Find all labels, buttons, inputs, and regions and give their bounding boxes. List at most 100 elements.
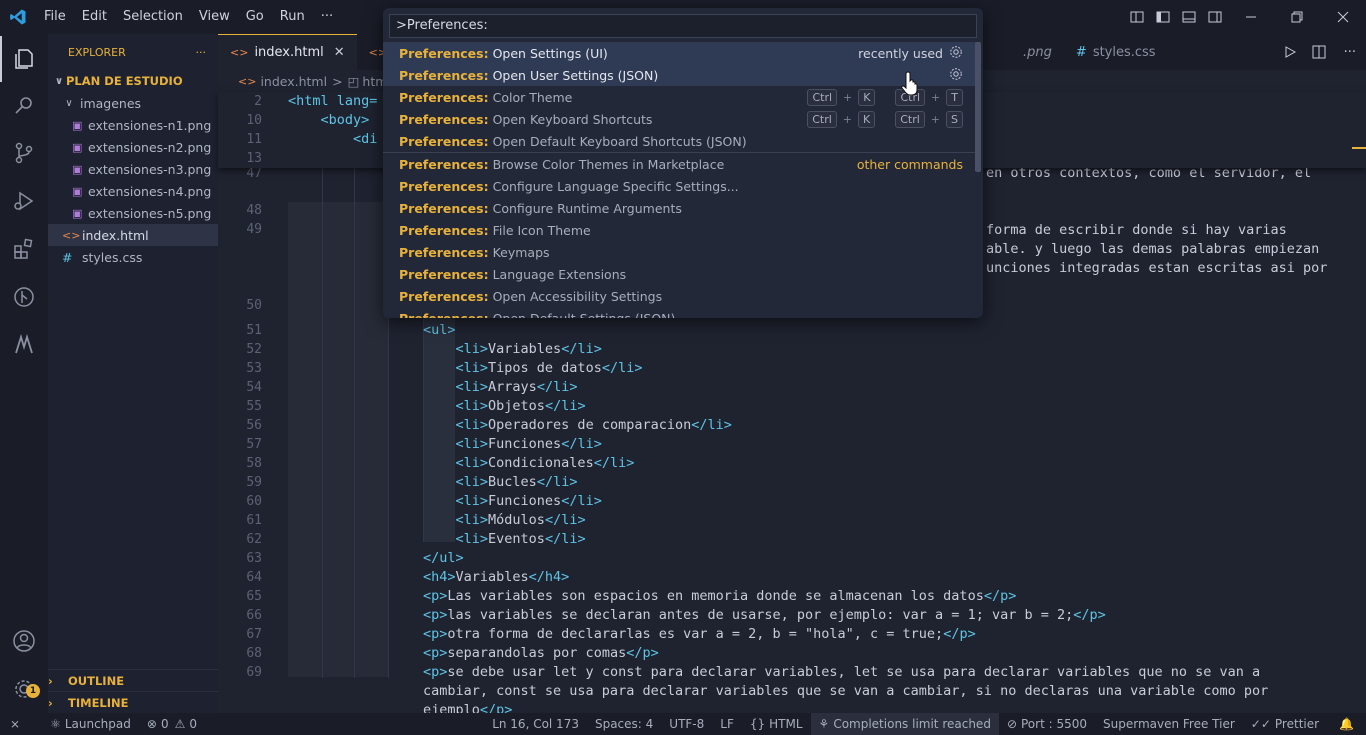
extensions-icon[interactable]	[0, 226, 48, 272]
palette-item[interactable]: Preferences: Open User Settings (JSON)	[383, 64, 977, 86]
menu-file[interactable]: File	[36, 0, 74, 34]
tab-index-html[interactable]: <> index.html ✕	[218, 34, 357, 70]
configure-keybinding-gear-icon[interactable]	[949, 67, 963, 84]
encoding[interactable]: UTF-8	[661, 713, 712, 735]
restore-icon[interactable]	[1274, 0, 1320, 34]
launchpad-item[interactable]: ⚛ Launchpad	[42, 713, 139, 735]
palette-item[interactable]: Preferences: Configure Runtime Arguments	[383, 197, 977, 219]
folder-imagenes[interactable]: ∨ imagenes	[48, 92, 218, 114]
account-icon[interactable]	[0, 618, 48, 664]
file-item[interactable]: ▣ extensiones-n3.png	[48, 158, 218, 180]
palette-item-label: Language Extensions	[492, 266, 627, 282]
completions-status[interactable]: ⚘ Completions limit reached	[810, 713, 999, 735]
more-actions-icon[interactable]: ···	[1334, 34, 1366, 70]
end-of-line[interactable]: LF	[712, 713, 742, 735]
port-label: Port : 5500	[1021, 717, 1087, 731]
project-folder[interactable]: ∨ PLAN DE ESTUDIO	[48, 70, 218, 92]
source-control-icon[interactable]	[0, 130, 48, 176]
file-item-styles-css[interactable]: # styles.css	[48, 246, 218, 268]
bell-icon[interactable]: 🔔	[1327, 713, 1366, 735]
file-item-index-html[interactable]: <> index.html	[48, 224, 218, 246]
menu-selection[interactable]: Selection	[115, 0, 191, 34]
activity-bar: 1	[0, 34, 48, 713]
palette-item[interactable]: Preferences: Browse Color Themes in Marke…	[383, 152, 977, 175]
run-debug-icon[interactable]	[0, 178, 48, 224]
css-file-icon: #	[62, 249, 73, 265]
palette-item-label: Configure Runtime Arguments	[492, 200, 682, 216]
split-editor-icon[interactable]	[1304, 34, 1334, 70]
toggle-panel-icon[interactable]	[1176, 0, 1202, 34]
file-item[interactable]: ▣ extensiones-n2.png	[48, 136, 218, 158]
file-item[interactable]: ▣ extensiones-n1.png	[48, 114, 218, 136]
palette-item-label: Open Settings (UI)	[492, 45, 608, 61]
palette-item-prefix: Preferences:	[399, 244, 489, 260]
file-item[interactable]: ▣ extensiones-n4.png	[48, 180, 218, 202]
code-line: </ul>	[423, 550, 464, 566]
palette-item[interactable]: Preferences: Open Settings (UI) recently u…	[383, 42, 977, 64]
menu-view[interactable]: View	[191, 0, 238, 34]
tab-png[interactable]: .png	[1011, 34, 1064, 70]
explorer-icon[interactable]	[0, 36, 48, 82]
launchpad-label: Launchpad	[64, 717, 131, 731]
menu-more[interactable]: ···	[313, 0, 341, 34]
palette-item-prefix: Preferences:	[399, 133, 489, 149]
tab-styles-css[interactable]: # styles.css	[1064, 34, 1168, 70]
palette-item[interactable]: Preferences: Color Theme Ctrl + K Ctrl + T	[383, 86, 977, 108]
prettier-status[interactable]: ✓✓ Prettier	[1243, 713, 1327, 735]
close-window-icon[interactable]	[1320, 0, 1366, 34]
command-palette-input[interactable]: >Preferences:	[389, 14, 977, 38]
palette-item[interactable]: Preferences: Keymaps	[383, 241, 977, 263]
run-icon[interactable]	[1276, 34, 1304, 70]
palette-item[interactable]: Preferences: Open Accessibility Settings	[383, 285, 977, 307]
toggle-sidebar-icon[interactable]	[1150, 0, 1176, 34]
live-server-port[interactable]: ⊘ Port : 5500	[999, 713, 1095, 735]
palette-item-label: Open Keyboard Shortcuts	[492, 111, 653, 127]
indentation[interactable]: Spaces: 4	[587, 713, 661, 735]
braces-icon: {}	[749, 717, 766, 731]
git-graph-icon[interactable]	[0, 274, 48, 320]
breadcrumb-file[interactable]: index.html	[260, 74, 327, 89]
outline-section[interactable]: › OUTLINE	[48, 669, 218, 691]
menu-run[interactable]: Run	[272, 0, 313, 34]
palette-item-prefix: Preferences:	[399, 156, 489, 172]
search-icon[interactable]	[0, 82, 48, 128]
supermaven-status[interactable]: Supermaven Free Tier	[1095, 713, 1243, 735]
key-plus: +	[842, 112, 852, 126]
toggle-secondary-sidebar-icon[interactable]	[1202, 0, 1228, 34]
menu-go[interactable]: Go	[238, 0, 272, 34]
close-tab-icon[interactable]: ✕	[334, 45, 345, 60]
timeline-section[interactable]: › TIMELINE	[48, 691, 218, 713]
code-line: <p>separandolas por comas</p>	[423, 645, 659, 661]
menu-edit[interactable]: Edit	[74, 0, 115, 34]
line-number: 66	[246, 608, 262, 623]
supermaven-icon[interactable]	[0, 322, 48, 368]
palette-item[interactable]: Preferences: File Icon Theme	[383, 219, 977, 241]
line-number: 53	[246, 361, 262, 376]
palette-item[interactable]: Preferences: Open Default Keyboard Shortc…	[383, 130, 977, 152]
manage-gear-icon[interactable]: 1	[0, 666, 48, 712]
palette-item-label: Keymaps	[492, 244, 550, 260]
remote-icon[interactable]: ⨯	[0, 713, 30, 735]
customize-layout-icon[interactable]	[1124, 0, 1150, 34]
key-plus: +	[843, 90, 853, 104]
cursor-position[interactable]: Ln 16, Col 173	[484, 713, 587, 735]
chevron-right-icon: ›	[48, 695, 53, 710]
palette-item[interactable]: Preferences: Open Default Settings (JSON)	[383, 307, 977, 319]
palette-item[interactable]: Preferences: Configure Language Specific …	[383, 175, 977, 197]
line-number: 58	[246, 456, 262, 471]
status-bar: ⨯ ⚛ Launchpad ⊗ 0 ⚠ 0 Ln 16, Col 173 Spaces:…	[0, 713, 1366, 735]
problems-item[interactable]: ⊗ 0 ⚠ 0	[139, 713, 205, 735]
line-number: 50	[246, 298, 262, 313]
file-label: styles.css	[82, 249, 143, 265]
line-number: 48	[246, 203, 262, 218]
explorer-more-icon[interactable]: ···	[196, 46, 207, 59]
language-mode[interactable]: {} HTML	[742, 713, 811, 735]
file-item[interactable]: ▣ extensiones-n5.png	[48, 202, 218, 224]
palette-item[interactable]: Preferences: Language Extensions	[383, 263, 977, 285]
code-line: cambiar, const se usa para declarar vari…	[423, 683, 1269, 699]
palette-item[interactable]: Preferences: Open Keyboard Shortcuts Ctrl +…	[383, 108, 977, 130]
palette-scrollbar[interactable]	[975, 42, 981, 172]
minimize-icon[interactable]	[1228, 0, 1274, 34]
image-file-icon: ▣	[72, 206, 83, 220]
configure-keybinding-gear-icon[interactable]	[949, 45, 963, 62]
